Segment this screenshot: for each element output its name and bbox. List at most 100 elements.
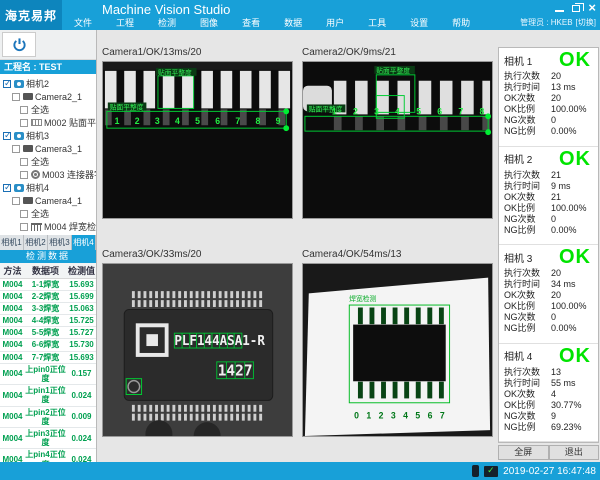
tree-item-m004[interactable]: M004 焊宽检测 — [0, 220, 96, 233]
tree-label: M004 焊宽检测 — [44, 220, 97, 233]
checkbox[interactable] — [3, 80, 11, 88]
menu-image[interactable]: 图像 — [188, 16, 230, 29]
col-value: 检测值 — [66, 263, 97, 278]
checkbox[interactable] — [20, 106, 28, 114]
tab-camera3[interactable]: 相机3 — [48, 235, 72, 250]
device-icon — [23, 93, 33, 100]
menu-inspect[interactable]: 检测 — [146, 16, 188, 29]
camera-name: 相机 4 — [504, 348, 532, 363]
tab-camera1[interactable]: 相机1 — [0, 235, 24, 250]
table-row[interactable]: M0046-6焊宽15.730 — [0, 339, 97, 351]
fullscreen-button[interactable]: 全屏 — [498, 445, 549, 460]
toolbar-row — [0, 30, 96, 60]
tab-camera4[interactable]: 相机4 — [72, 235, 96, 250]
stat-label: OK比例 — [504, 203, 551, 214]
stat-label: 执行时间 — [504, 378, 551, 389]
menu-settings[interactable]: 设置 — [398, 16, 440, 29]
table-row[interactable]: M0045-5焊宽15.727 — [0, 327, 97, 339]
menu-view[interactable]: 查看 — [230, 16, 272, 29]
ruler-icon — [31, 119, 42, 126]
stat-value: 34 ms — [551, 279, 576, 290]
stat-value: 20 — [551, 71, 561, 82]
menu-file[interactable]: 文件 — [62, 16, 104, 29]
camera2-stats: 相机 2 OK 执行次数21 执行时间9 ms OK次数21 OK比例100.0… — [499, 147, 598, 246]
menu-user[interactable]: 用户 — [314, 16, 356, 29]
checkbox[interactable] — [20, 223, 28, 231]
minimize-icon[interactable] — [555, 5, 564, 12]
stat-label: NG比例 — [504, 126, 551, 137]
power-button[interactable] — [2, 32, 36, 57]
tree-item-camera2-1[interactable]: Camera2_1 — [0, 90, 96, 103]
camera1-stats: 相机 1 OK 执行次数20 执行时间13 ms OK次数20 OK比例100.… — [499, 48, 598, 147]
status-badge: OK — [559, 150, 591, 168]
menu-data[interactable]: 数据 — [272, 16, 314, 29]
power-icon — [12, 37, 27, 52]
exit-button[interactable]: 退出 — [549, 445, 600, 460]
checkbox[interactable] — [3, 132, 11, 140]
comb-icon — [31, 223, 42, 231]
tree-item-select-all[interactable]: 全选 — [0, 155, 96, 168]
tree-item-m002[interactable]: M002 贴面平整度 — [0, 116, 96, 129]
checkbox[interactable] — [12, 145, 20, 153]
checkbox[interactable] — [20, 119, 28, 127]
stat-label: OK次数 — [504, 192, 551, 203]
tree-label: Camera3_1 — [35, 144, 82, 154]
titlebar-main: Machine Vision Studio 文件 工程 检测 图像 查看 数据 … — [62, 0, 600, 30]
table-row[interactable]: M0044-4焊宽15.725 — [0, 315, 97, 327]
table-row[interactable]: M004上pin3正位度0.024 — [0, 427, 97, 448]
tree-item-select-all[interactable]: 全选 — [0, 103, 96, 116]
tree-item-camera4-1[interactable]: Camera4_1 — [0, 194, 96, 207]
menu-project[interactable]: 工程 — [104, 16, 146, 29]
col-item: 数据项 — [25, 263, 66, 278]
camera3-image[interactable]: PLF144ASA1-R 1427 — [102, 263, 293, 437]
checkbox[interactable] — [20, 171, 28, 179]
tree-label: 全选 — [31, 103, 49, 116]
stat-value: 13 — [551, 367, 561, 378]
table-row[interactable]: M0047-7焊宽15.693 — [0, 351, 97, 363]
tree-item-camera3[interactable]: 相机3 — [0, 129, 96, 142]
camera1-image[interactable]: 贴面平整度 贴面平整度 1 2 3 4 5 6 7 8 9 — [102, 61, 293, 219]
stat-value: 21 — [551, 192, 561, 203]
close-icon[interactable]: × — [588, 3, 596, 13]
stat-value: 9 ms — [551, 181, 571, 192]
tree-label: 相机3 — [26, 129, 49, 142]
tree-item-m003[interactable]: M003 连接器字符 — [0, 168, 96, 181]
camera4-panel: Camera4/OK/54ms/13 焊宽检测 0 1 2 3 4 5 6 7 — [302, 249, 493, 463]
checkbox[interactable] — [12, 93, 20, 101]
switch-user-link[interactable]: [切换] — [576, 17, 596, 28]
table-row[interactable]: M0043-3焊宽15.063 — [0, 302, 97, 314]
tab-camera2[interactable]: 相机2 — [24, 235, 48, 250]
table-row[interactable]: M0042-2焊宽15.699 — [0, 290, 97, 302]
table-row[interactable]: M004上pin1正位度0.024 — [0, 385, 97, 406]
project-tree: 相机2 Camera2_1 全选 M002 贴面平整度 — [0, 74, 96, 235]
restore-icon[interactable] — [572, 5, 580, 12]
tree-item-select-all[interactable]: 全选 — [0, 207, 96, 220]
stat-label: 执行时间 — [504, 279, 551, 290]
stat-value: 69.23% — [551, 422, 582, 433]
menu-tools[interactable]: 工具 — [356, 16, 398, 29]
camera4-image[interactable]: 焊宽检测 0 1 2 3 4 5 6 7 — [302, 263, 493, 437]
stat-label: OK次数 — [504, 93, 551, 104]
tree-item-camera2[interactable]: 相机2 — [0, 77, 96, 90]
table-row[interactable]: M004上pin0正位度0.157 — [0, 363, 97, 384]
checkbox[interactable] — [20, 158, 28, 166]
titlebar: 海克易邦 Machine Vision Studio 文件 工程 检测 图像 查… — [0, 0, 600, 30]
admin-user-label: 管理员 : HKEB — [520, 17, 572, 28]
camera3-stats: 相机 3 OK 执行次数20 执行时间34 ms OK次数20 OK比例100.… — [499, 245, 598, 344]
menu-help[interactable]: 帮助 — [440, 16, 482, 29]
device-icon — [23, 197, 33, 204]
camera2-image[interactable]: 贴面平整度 贴面平整度 1 2 3 4 5 6 7 8 — [302, 61, 493, 219]
table-row[interactable]: M0041-1焊宽15.693 — [0, 278, 97, 290]
checkbox[interactable] — [3, 184, 11, 192]
stat-value: 100.00% — [551, 203, 587, 214]
stat-value: 100.00% — [551, 301, 587, 312]
checkbox[interactable] — [12, 197, 20, 205]
stat-label: NG次数 — [504, 214, 551, 225]
tree-item-camera4[interactable]: 相机4 — [0, 181, 96, 194]
checkbox[interactable] — [20, 210, 28, 218]
table-row[interactable]: M004上pin2正位度0.009 — [0, 406, 97, 427]
table-row[interactable]: M004上pin4正位度0.024 — [0, 449, 97, 462]
menu-bar: 文件 工程 检测 图像 查看 数据 用户 工具 设置 帮助 管理员 : HKEB… — [62, 16, 600, 29]
camera1-title: Camera1/OK/13ms/20 — [102, 47, 293, 60]
tree-item-camera3-1[interactable]: Camera3_1 — [0, 142, 96, 155]
